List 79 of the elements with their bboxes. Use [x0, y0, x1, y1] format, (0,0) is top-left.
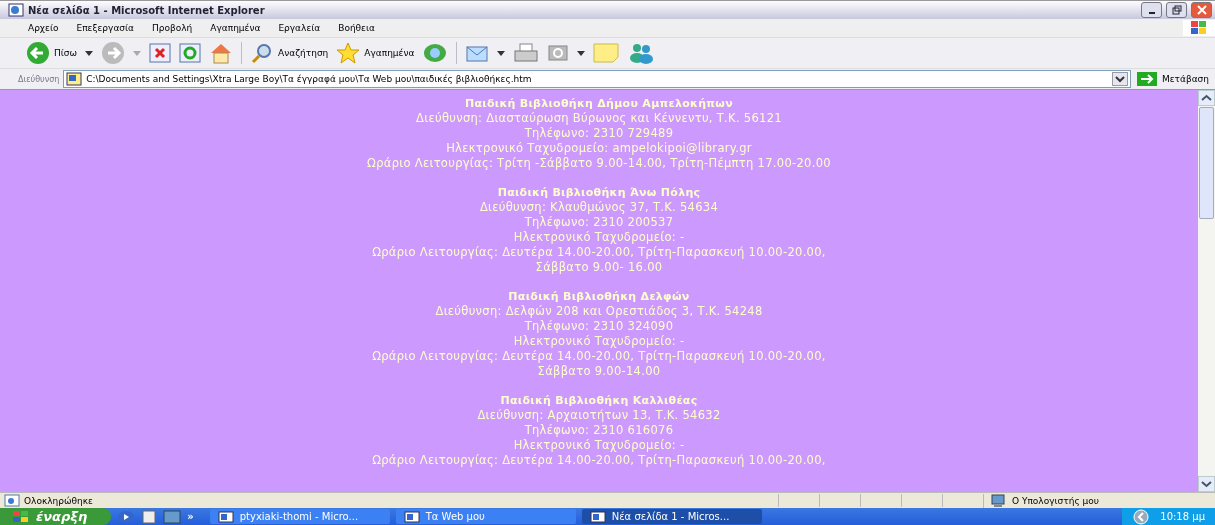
people-icon[interactable]: [627, 42, 656, 64]
address-field[interactable]: C:\Documents and Settings\Xtra Large Boy\Τα έγγραφά μου\Τα Web μου\παιδικές βιβλιοθήκες.htm: [63, 70, 1131, 88]
scroll-down-icon[interactable]: [1198, 476, 1215, 492]
dropdown-caret-icon[interactable]: [497, 50, 506, 56]
library-name: Παιδική Βιβλιοθήκη Δήμου Αμπελοκήπων: [464, 96, 734, 111]
menu-item[interactable]: Βοήθεια: [338, 23, 385, 33]
close-icon: [1196, 5, 1207, 15]
refresh-icon[interactable]: [179, 43, 202, 63]
library-info-line: Ηλεκτρονικό Ταχυδρομείο: -: [512, 334, 686, 349]
minimize-button[interactable]: [1141, 2, 1162, 18]
minimize-icon: [1148, 12, 1155, 14]
library-info-line: Τηλέφωνο: 2310 324090: [523, 319, 675, 334]
library-info-line: Σάββατο 9.00- 16.00: [534, 260, 664, 275]
library-info-line: Ηλεκτρονικό Ταχυδρομείο: -: [512, 230, 686, 245]
library-info-line: Ηλεκτρονικό Ταχυδρομείο: ampelokipoi@library.gr: [445, 141, 753, 156]
scroll-thumb[interactable]: [1199, 107, 1214, 219]
restore-button[interactable]: [1166, 2, 1187, 18]
go-button[interactable]: Μετάβαση: [1134, 72, 1211, 86]
tray-expand-icon[interactable]: [1132, 508, 1151, 525]
library-info-line: Ωράριο Λειτουργίας: Δευτέρα 14.00-20.00, Τρίτη-Παρασκευή 10.00-20.00,: [371, 349, 827, 364]
library-info-line: Διεύθυνση: Διασταύρωση Βύρωνος και Κέννεντυ, Τ.Κ. 56121: [415, 111, 783, 126]
window-icon: [403, 510, 420, 523]
window-title: Νέα σελίδα 1 - Microsoft Internet Explorer: [28, 4, 265, 16]
zone-text: Ο Υπολογιστής μου: [1012, 495, 1099, 506]
status-text: Ολοκληρώθηκε: [24, 495, 93, 506]
library-info-line: Ωράριο Λειτουργίας: Δευτέρα 14.00-20.00, Τρίτη-Παρασκευή 10.00-20.00,: [371, 245, 827, 260]
stop-icon[interactable]: [149, 43, 172, 63]
window-icon: [217, 510, 234, 523]
mail-icon[interactable]: [465, 43, 490, 63]
desktop-icon[interactable]: [163, 509, 182, 524]
menu-item[interactable]: Επεξεργασία: [76, 23, 144, 33]
library-info-line: Τηλέφωνο: 2310 729489: [523, 126, 675, 141]
search-button[interactable]: Αναζήτηση: [250, 42, 329, 64]
address-label: Διεύθυνση: [18, 74, 60, 84]
dropdown-caret-icon[interactable]: [1111, 72, 1128, 86]
menu-item[interactable]: Αγαπημένα: [210, 23, 271, 33]
library-info-line: Σάββατο 9.00-14.00: [536, 364, 662, 379]
restore-icon: [1171, 5, 1182, 15]
windows-logo-icon: [1183, 20, 1215, 36]
window-icon: [589, 510, 606, 523]
back-button[interactable]: Πίσω: [26, 41, 78, 65]
dropdown-caret-icon[interactable]: [577, 50, 586, 56]
taskbar-button[interactable]: ptyxiaki-thomi - Micro...: [209, 509, 390, 524]
media-icon[interactable]: [422, 42, 449, 64]
library-name: Παιδική Βιβλιοθήκη Άνω Πόλης: [496, 185, 702, 200]
arrow-icon: [1136, 72, 1157, 86]
library-name: Παιδική Βιβλιοθήκη Δελφών: [507, 289, 691, 304]
library-info-line: Διεύθυνση: Αρχαιοτήτων 13, Τ.Κ. 54632: [476, 408, 722, 423]
page-done-icon: [4, 494, 20, 507]
close-button[interactable]: [1191, 2, 1212, 18]
library-info-line: Ωράριο Λειτουργίας: Δευτέρα 14.00-20.00, Τρίτη-Παρασκευή 10.00-20.00,: [371, 453, 827, 468]
menu-item[interactable]: Προβολή: [152, 23, 203, 33]
favorites-button[interactable]: Αγαπημένα: [336, 42, 415, 64]
library-info-line: Διεύθυνση: Κλαυθμώνος 37, Τ.Κ. 54634: [478, 200, 720, 215]
taskbar-button[interactable]: Τα Web μου: [395, 509, 576, 524]
scroll-up-icon[interactable]: [1198, 90, 1215, 106]
more-button[interactable]: »: [187, 511, 194, 522]
browser-icon: [8, 3, 24, 17]
clock: 10:18 μμ: [1160, 511, 1205, 522]
page-icon: [66, 72, 83, 86]
star-icon: [336, 42, 361, 64]
menu-item[interactable]: Αρχείο: [28, 23, 69, 33]
menu-item[interactable]: Εργαλεία: [278, 23, 331, 33]
library-name: Παιδική Βιβλιοθήκη Καλλιθέας: [499, 393, 699, 408]
scrollbar[interactable]: [1198, 90, 1215, 492]
library-info-line: Τηλέφωνο: 2310 200537: [523, 215, 675, 230]
start-button[interactable]: έναρξη: [0, 508, 112, 525]
dropdown-caret-icon[interactable]: [85, 50, 94, 56]
forward-icon[interactable]: [101, 41, 126, 65]
taskbar-button[interactable]: Νέα σελίδα 1 - Micros...: [581, 509, 762, 524]
windows-logo-icon: [12, 509, 30, 524]
printer-icon[interactable]: [513, 42, 540, 64]
library-info-line: Ηλεκτρονικό Ταχυδρομείο: -: [512, 438, 686, 453]
library-info-line: Τηλέφωνο: 2310 616076: [523, 423, 675, 438]
media-player-icon[interactable]: [117, 509, 136, 524]
document-icon[interactable]: [141, 509, 158, 524]
computer-icon: [990, 493, 1006, 508]
library-info-line: Διεύθυνση: Δελφών 208 και Ορεστιάδος 3, Τ.Κ. 54248: [434, 304, 764, 319]
library-info-line: Ωράριο Λειτουργίας: Τρίτη -Σάββατο 9.00-14.00, Τρίτη-Πέμπτη 17.00-20.00: [366, 156, 832, 171]
